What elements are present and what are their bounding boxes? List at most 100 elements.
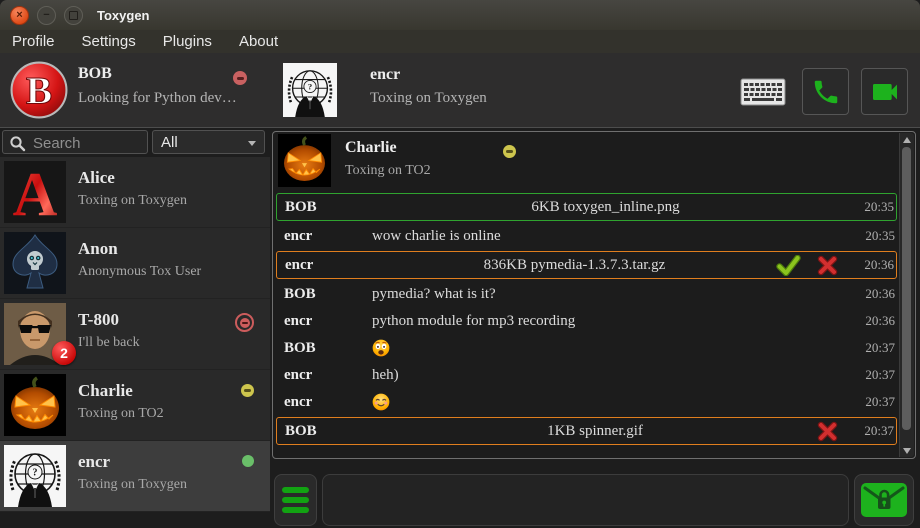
pumpkin-avatar [278,134,331,187]
search-box[interactable] [2,130,148,154]
message-row[interactable]: BOB pymedia? what is it? 20:36 [276,281,897,307]
contact-list-item[interactable]: Anon Anonymous Tox User [0,228,270,299]
contact-list-item[interactable]: A Alice Toxing on Toxygen [0,157,270,228]
menu-about[interactable]: About [239,33,278,50]
fearful-face-emoji [372,339,390,357]
chat-scrollbar[interactable] [899,133,914,457]
scroll-down-arrow[interactable] [900,444,914,457]
minimize-button[interactable]: − [37,6,56,25]
contact-avatar: A [4,161,66,223]
chevron-down-icon [248,141,256,146]
contact-status-message: I'll be back [78,335,140,351]
keyboard-button[interactable] [739,77,787,107]
maximize-button[interactable] [64,6,83,25]
scroll-up-arrow[interactable] [900,133,914,146]
contact-list-item[interactable]: Charlie Toxing on TO2 [0,370,270,441]
contact-status-message: Toxing on Toxygen [78,193,187,209]
active-chat-status-message: Toxing on Toxygen [370,90,487,107]
contact-avatar [4,232,66,294]
contact-avatar [4,374,66,436]
video-camera-icon [869,76,901,108]
active-chat-name: encr [370,66,400,84]
anonymous-avatar: ? [283,63,337,117]
chat-peer-status-icon [503,145,516,158]
alice-avatar: A [4,161,66,223]
chat-peer-row[interactable]: Charlie Toxing on TO2 [273,132,900,189]
message-time: 20:35 [853,228,895,244]
contact-name: T-800 [78,310,119,330]
message-list: BOB 6KB toxygen_inline.png 20:35 encr wo… [276,191,897,447]
message-text [372,339,839,357]
contact-name: Charlie [78,381,133,401]
message-text: pymedia? what is it? [372,286,839,303]
message-row[interactable]: BOB 1KB spinner.gif 20:37 [276,417,897,445]
message-text: heh) [372,367,839,384]
message-row[interactable]: BOB 20:37 [276,335,897,361]
self-name: BOB [78,65,112,83]
contact-status-icon [235,313,254,332]
message-row[interactable]: encr python module for mp3 recording 20:… [276,308,897,334]
file-cancel-button[interactable] [817,421,838,442]
menu-profile[interactable]: Profile [12,33,55,50]
menu-plugins[interactable]: Plugins [163,33,212,50]
message-input[interactable] [322,474,849,526]
search-row: All [0,128,270,157]
svg-text:?: ? [308,82,312,92]
message-row[interactable]: encr heh) 20:37 [276,362,897,388]
audio-call-button[interactable] [802,68,849,115]
bob-avatar: B [10,61,68,119]
scrollbar-thumb[interactable] [902,147,911,430]
chat-box: Charlie Toxing on TO2 BOB 6KB toxygen_in… [272,131,916,459]
message-sender: BOB [277,423,373,440]
message-text: wow charlie is online [372,228,839,245]
video-call-button[interactable] [861,68,908,115]
message-time: 20:36 [853,313,895,329]
svg-text:A: A [13,161,58,223]
file-accept-button[interactable] [776,255,801,276]
contact-list-item[interactable]: T-800 I'll be back 2 [0,299,270,370]
contact-filter-value: All [161,134,178,151]
smiling-face-emoji [372,393,390,411]
message-time: 20:37 [852,423,894,439]
contact-status-message: Toxing on TO2 [78,406,164,422]
message-text [372,393,839,411]
menu-bar: Profile Settings Plugins About [0,30,920,53]
contact-list-item[interactable]: ? encr Toxing on Toxygen [0,441,270,512]
message-sender: BOB [276,286,372,303]
encrypted-send-icon [860,482,908,518]
message-row[interactable]: encr 20:37 [276,389,897,415]
title-bar: × − Toxygen [0,0,920,31]
contact-filter-dropdown[interactable]: All [152,130,265,154]
check-icon [776,255,801,276]
composer-menu-button[interactable] [274,474,317,526]
svg-text:?: ? [33,468,38,479]
menu-settings[interactable]: Settings [82,33,136,50]
message-sender: BOB [277,199,373,216]
self-avatar[interactable]: B [10,61,68,119]
contact-name: Anon [78,239,118,259]
search-input[interactable] [31,132,147,154]
contact-name: Alice [78,168,115,188]
message-actions [776,255,838,276]
search-icon [9,135,26,152]
window-title: Toxygen [97,8,150,23]
close-button[interactable]: × [10,6,29,25]
message-text: python module for mp3 recording [372,313,839,330]
file-cancel-button[interactable] [817,255,838,276]
message-row[interactable]: encr wow charlie is online 20:35 [276,223,897,249]
message-time: 20:35 [852,199,894,215]
message-sender: encr [276,313,372,330]
contact-name: encr [78,452,110,472]
keyboard-icon [740,78,786,106]
send-button[interactable] [854,474,914,526]
message-row[interactable]: BOB 6KB toxygen_inline.png 20:35 [276,193,897,221]
self-status-icon[interactable] [233,71,247,85]
header: B BOB Looking for Python dev… ? encr Tox… [0,53,920,128]
spade-skull-avatar [4,232,66,294]
x-icon [817,255,838,276]
svg-text:B: B [26,68,52,112]
active-chat-avatar: ? [283,63,337,117]
message-row[interactable]: encr 836KB pymedia-1.3.7.3.tar.gz 20:36 [276,251,897,279]
message-sender: encr [276,394,372,411]
self-status-message: Looking for Python dev… [78,90,237,107]
